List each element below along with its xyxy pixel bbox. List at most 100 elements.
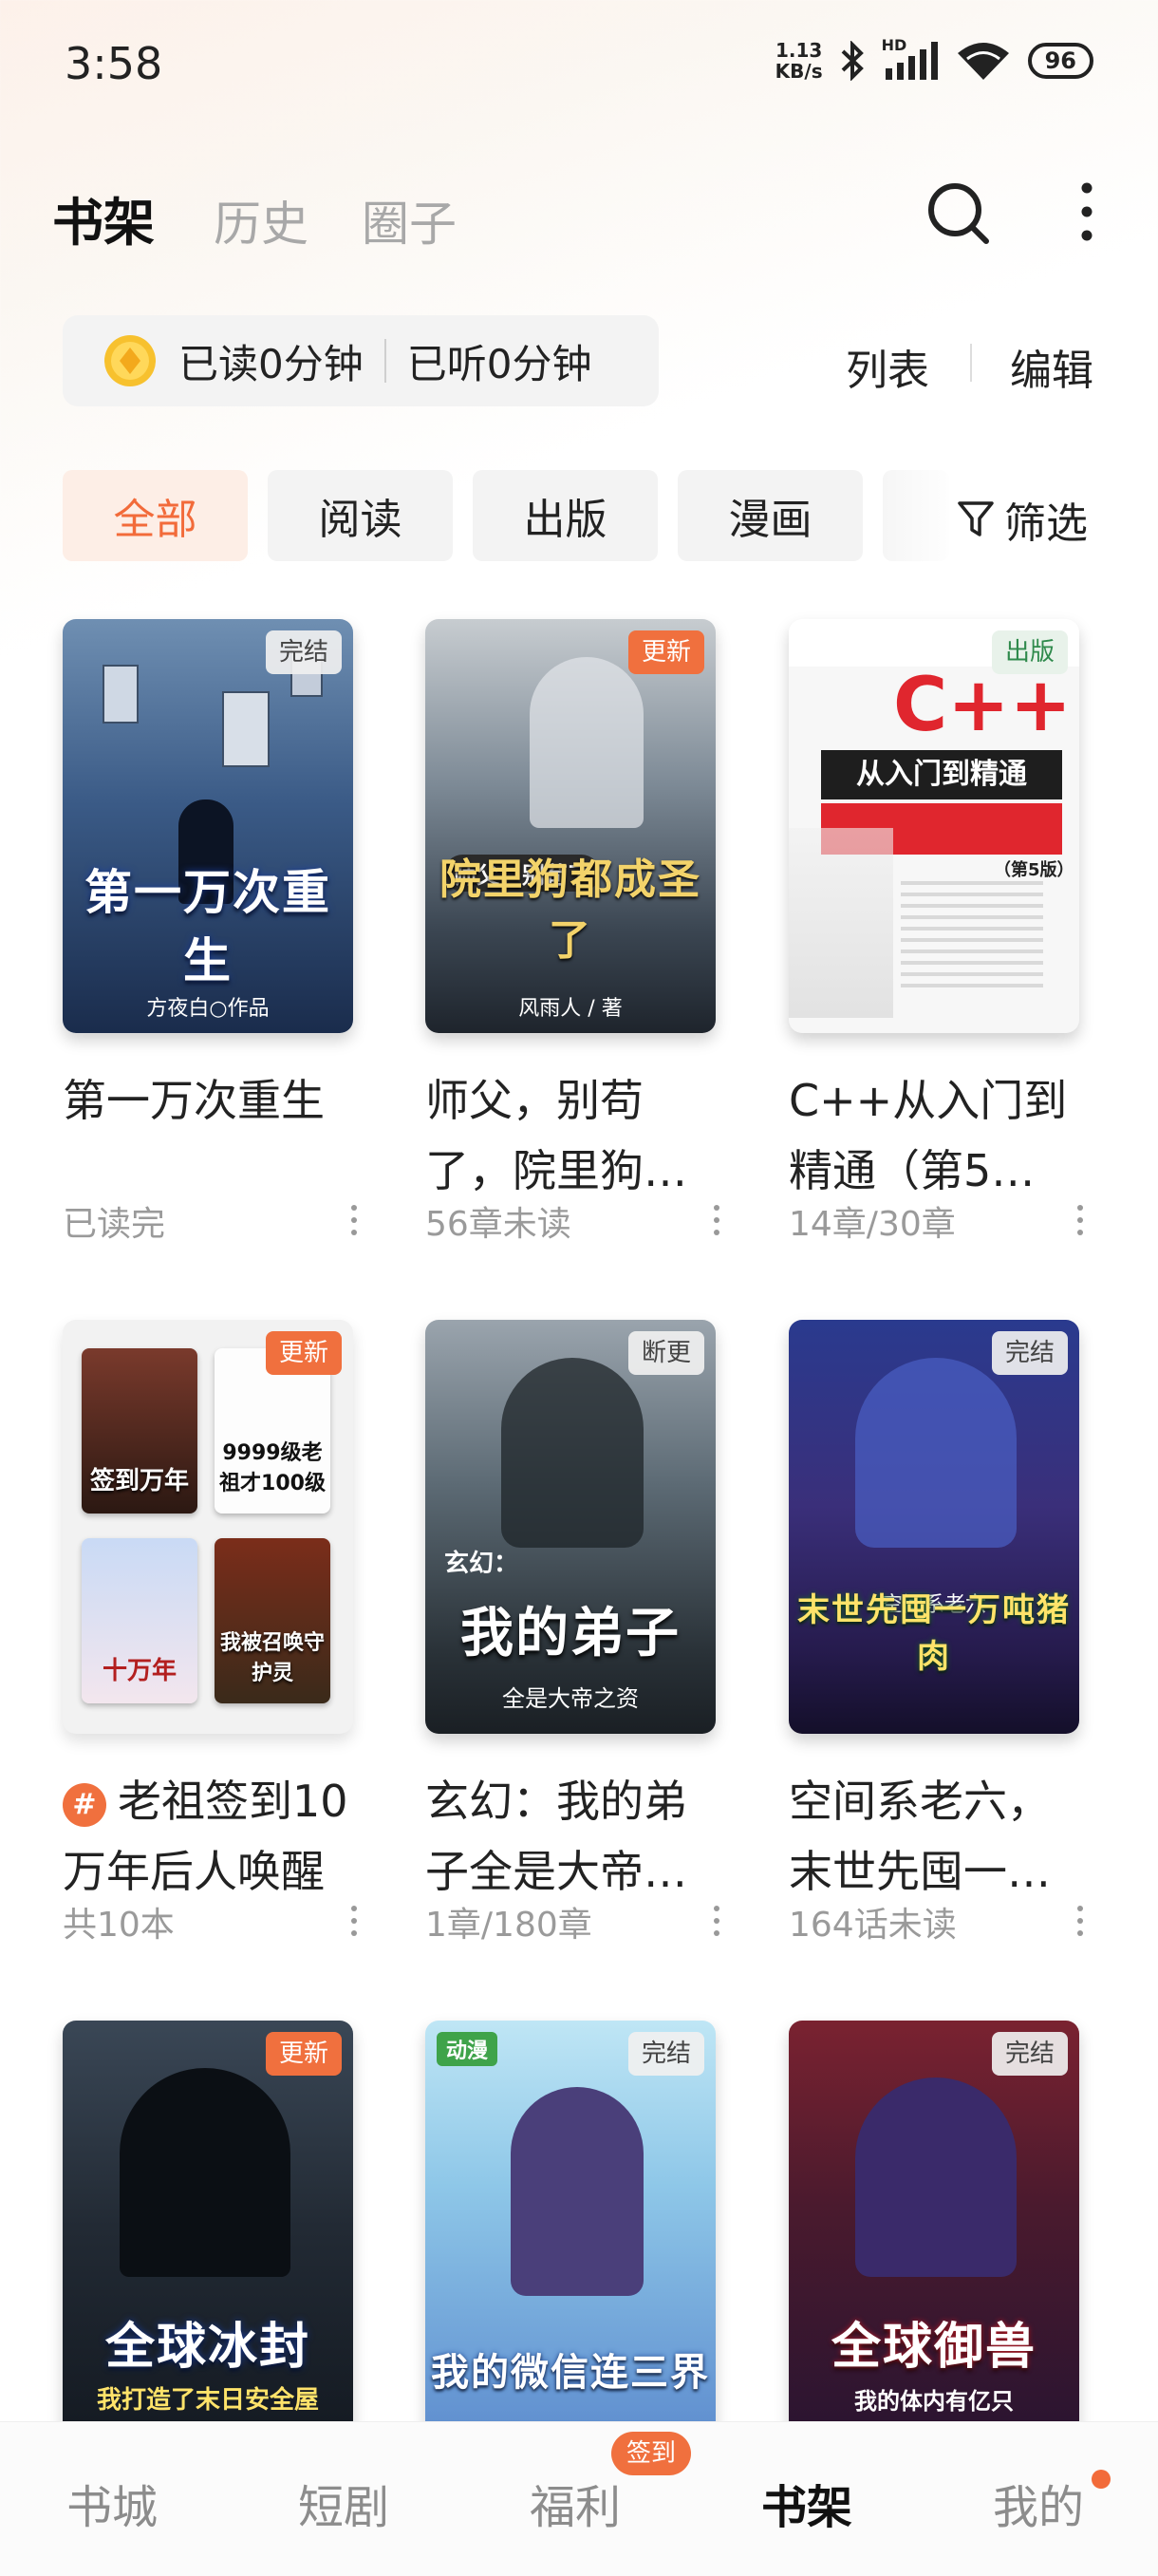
status-badge: 完结: [627, 2032, 704, 2076]
book-more-icon[interactable]: [349, 1905, 359, 1937]
tab-bookshelf[interactable]: 书架: [52, 180, 155, 255]
cover-author: 方夜白○作品: [146, 997, 270, 1021]
cover-art: [855, 2078, 1017, 2277]
more-menu-icon[interactable]: [1068, 180, 1106, 247]
status-icons: 1.13 KB/s HD 96: [775, 36, 1093, 82]
divider: [383, 339, 386, 383]
cover-art: [530, 657, 644, 828]
notification-dot: [1092, 2470, 1111, 2489]
filter-label: 筛选: [1004, 499, 1088, 548]
book-progress: 56章未读: [425, 1205, 571, 1244]
book-title[interactable]: C++从入门到精通（第5…: [789, 1065, 1079, 1206]
book-more-icon[interactable]: [349, 1204, 359, 1236]
status-badge: 完结: [991, 2032, 1068, 2076]
cover-title: 院里狗都成圣了: [439, 856, 701, 965]
book-cover[interactable]: 玄幻： 我的弟子 全是大帝之资 断更: [425, 1320, 716, 1734]
book-progress: 1章/180章: [425, 1906, 592, 1945]
bottom-navigation: 书城 短剧 福利 签到 书架 我的: [0, 2421, 1158, 2576]
cover-art: [222, 691, 270, 767]
edit-button[interactable]: 编辑: [1010, 336, 1093, 397]
filter-button[interactable]: 筛选: [957, 489, 1088, 550]
cover-subtitle: 玄幻：: [444, 1550, 519, 1578]
book-progress: 164话未读: [789, 1906, 957, 1945]
book-title[interactable]: 第一万次重生: [63, 1065, 353, 1136]
hashtag-icon: #: [63, 1782, 106, 1827]
book-cover[interactable]: 空间系老六 末世先囤一万吨猪肉 完结: [789, 1320, 1079, 1734]
status-badge: 更新: [265, 2032, 342, 2076]
nav-me[interactable]: 我的: [993, 2470, 1084, 2536]
list-view-button[interactable]: 列表: [846, 336, 929, 397]
status-badge: 更新: [265, 1331, 342, 1375]
status-badge: 更新: [627, 630, 704, 674]
cover-art: [501, 1358, 644, 1548]
filter-chip-publish[interactable]: 出版: [473, 470, 658, 561]
book-more-icon[interactable]: [1075, 1204, 1085, 1236]
book-cover[interactable]: 全球冰封 我打造了末日安全屋 更新: [63, 2021, 353, 2435]
tab-circle[interactable]: 圈子: [362, 186, 457, 254]
cover-author: 风雨人 / 著: [518, 997, 623, 1021]
book-progress: 14章/30章: [789, 1205, 956, 1244]
book-title[interactable]: 空间系老六，末世先囤一…: [789, 1766, 1079, 1907]
book-cover[interactable]: 动漫 我的微信连三界 完结: [425, 2021, 716, 2435]
cover-art: [120, 2068, 290, 2277]
status-badge: 出版: [991, 630, 1068, 674]
filter-fade: [883, 465, 959, 566]
book-more-icon[interactable]: [1075, 1905, 1085, 1937]
status-badge: 完结: [265, 630, 342, 674]
collection-thumb: 我被召唤守护灵: [215, 1538, 330, 1703]
cover-subtitle: 从入门到精通: [821, 750, 1062, 799]
cover-title: 我的微信连三界: [431, 2351, 710, 2395]
listen-minutes: 已听0分钟: [406, 340, 592, 387]
book-title[interactable]: # 老祖签到10万年后人唤醒: [63, 1766, 353, 1907]
filter-funnel-icon: [958, 501, 994, 536]
wifi-icon: [957, 43, 1009, 80]
cover-title: 我的弟子: [460, 1603, 681, 1664]
filter-chip-all[interactable]: 全部: [63, 470, 248, 561]
search-icon[interactable]: [925, 180, 992, 247]
top-header: 书架 历史 圈子: [52, 180, 1106, 256]
book-more-icon[interactable]: [712, 1204, 721, 1236]
cover-tagline: 全是大帝之资: [502, 1685, 639, 1712]
status-time: 3:58: [65, 38, 163, 89]
book-count: 共10本: [63, 1906, 175, 1945]
cover-art: [511, 2087, 644, 2296]
filter-chip-reading[interactable]: 阅读: [268, 470, 453, 561]
book-title[interactable]: 玄幻：我的弟子全是大帝…: [425, 1766, 716, 1907]
cover-title: 全球冰封: [104, 2319, 310, 2376]
tab-history[interactable]: 历史: [214, 186, 308, 254]
cover-art: [103, 665, 139, 724]
filter-chip-comic[interactable]: 漫画: [678, 470, 863, 561]
book-cover[interactable]: 第一万次重生 方夜白○作品 完结: [63, 619, 353, 1033]
sign-in-badge[interactable]: 签到: [611, 2432, 692, 2475]
book-progress: 已读完: [63, 1205, 166, 1244]
cover-art: [789, 828, 893, 1018]
cover-title: C++: [893, 663, 1072, 748]
nav-bookstore[interactable]: 书城: [66, 2470, 158, 2536]
divider: [970, 344, 972, 382]
read-minutes: 已读0分钟: [178, 340, 364, 387]
bluetooth-icon: [841, 41, 864, 81]
collection-thumb: 签到万年: [82, 1348, 197, 1514]
cover-edition: （第5版）: [994, 860, 1074, 880]
book-cover[interactable]: 全球御兽 我的体内有亿只 完结: [789, 2021, 1079, 2435]
cover-tag: 动漫: [437, 2032, 498, 2066]
book-cover[interactable]: C++ 从入门到精通 （第5版） 出版: [789, 619, 1079, 1033]
book-cover[interactable]: 师父，别苟了 院里狗都成圣了 风雨人 / 著 更新: [425, 619, 716, 1033]
status-badge: 断更: [627, 1331, 704, 1375]
cover-title: 末世先囤一万吨猪肉: [797, 1591, 1071, 1676]
reading-stats: 已读0分钟 已听0分钟: [63, 315, 659, 406]
book-more-icon[interactable]: [712, 1905, 721, 1937]
coin-icon: [104, 335, 156, 386]
status-bar: 3:58 1.13 KB/s HD 96: [0, 0, 1158, 133]
cover-tagline: 我的体内有亿只: [854, 2388, 1014, 2415]
nav-welfare[interactable]: 福利: [530, 2470, 621, 2536]
cover-title: 全球御兽: [831, 2319, 1037, 2376]
book-title[interactable]: 师父，别苟了，院里狗…: [425, 1065, 716, 1206]
collection-thumb: 十万年: [82, 1538, 197, 1703]
cover-title: 第一万次重生: [84, 865, 331, 988]
cover-art: [855, 1358, 1017, 1548]
collection-cover[interactable]: 签到万年 9999级老祖才100级 十万年 我被召唤守护灵 更新: [63, 1320, 353, 1734]
battery-indicator: 96: [1027, 43, 1093, 79]
nav-short-drama[interactable]: 短剧: [298, 2470, 389, 2536]
nav-bookshelf[interactable]: 书架: [761, 2470, 852, 2536]
